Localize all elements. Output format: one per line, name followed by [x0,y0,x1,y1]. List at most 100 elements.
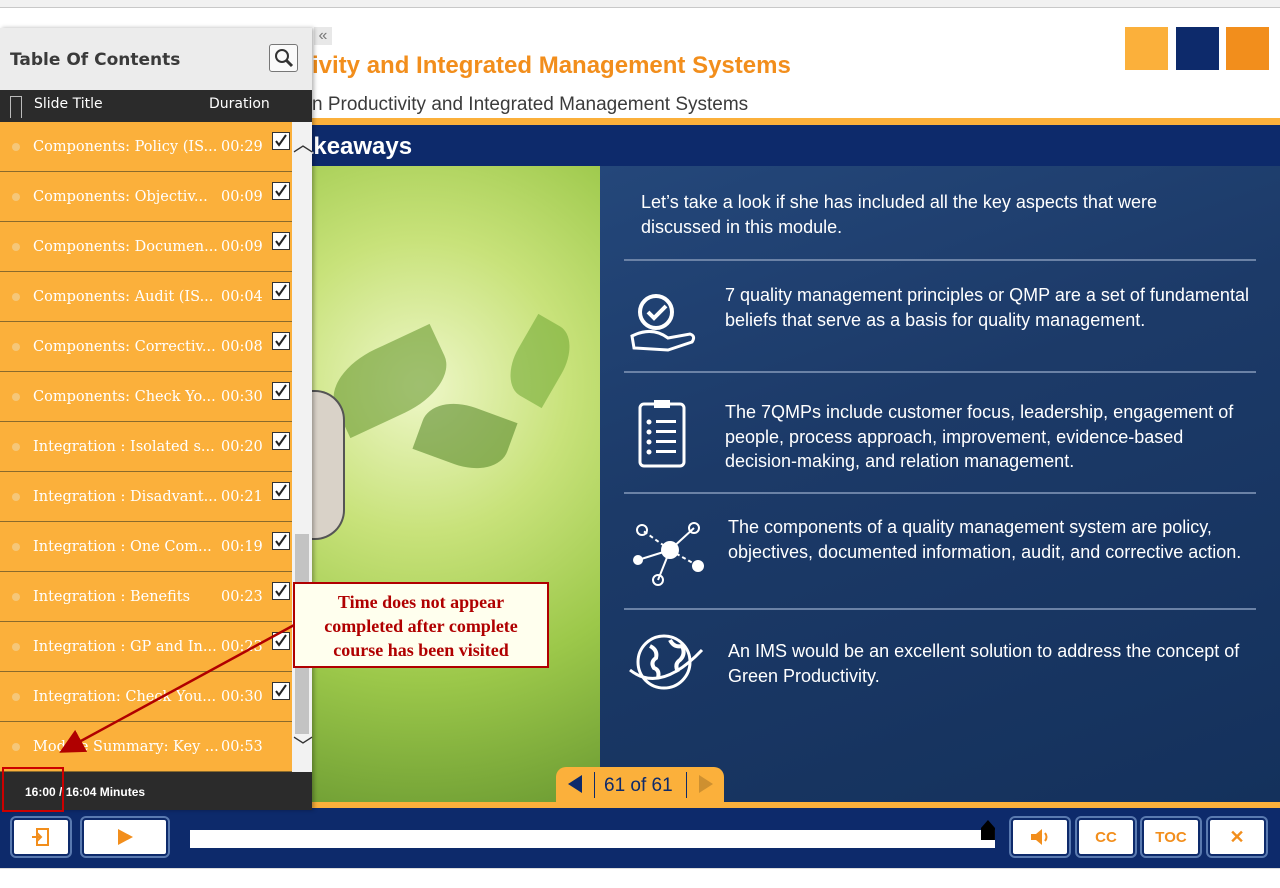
toc-row[interactable]: Integration : Benefits 00:23 [0,572,292,622]
toc-panel: Table Of Contents Slide Title Duration C… [0,28,313,810]
toc-row-duration: 00:29 [221,139,263,155]
takeaways-intro: Let’s take a look if she has included al… [641,192,1157,237]
toc-row[interactable]: Components: Audit (IS... 00:04 [0,272,292,322]
clipboard-checklist-icon [638,400,686,468]
toc-row[interactable]: Integration: Check You... 00:30 [0,672,292,722]
cc-button[interactable]: CC [1077,818,1135,856]
toc-row-checkbox[interactable] [272,532,290,550]
toc-row-duration: 00:09 [221,189,263,205]
window-top-strip [0,0,1280,8]
toc-row[interactable]: Module Summary: Key ... 00:53 [0,722,292,772]
toc-row-checkbox[interactable] [272,582,290,600]
callout-line-1: Time does not appear [337,592,505,612]
section-title: akeaways [300,133,413,160]
toc-row-duration: 00:30 [221,389,263,405]
toc-row-checkbox[interactable] [272,182,290,200]
checkmark-icon [275,484,287,497]
takeaway-text-4: An IMS would be an excellent solution to… [728,641,1240,686]
toc-row-duration: 00:23 [221,589,263,605]
takeaway-text-1: 7 quality management principles or QMP a… [725,285,1249,330]
course-subtitle: n Productivity and Integrated Management… [312,94,749,115]
exit-icon [32,828,49,846]
checkmark-icon [275,334,287,347]
toc-row-checkbox[interactable] [272,132,290,150]
divider [624,371,1256,373]
toc-row-checkbox[interactable] [272,332,290,350]
player-control-bar: CC TOC ✕ [0,808,1280,868]
visited-dot-icon [12,193,20,201]
course-title: ivity and Integrated Management Systems [312,52,791,79]
toc-row[interactable]: Integration : One Com... 00:19 [0,522,292,572]
divider [624,259,1256,261]
volume-icon [1031,829,1048,845]
exit-button[interactable] [12,818,70,856]
toc-search-button[interactable] [269,44,298,72]
toc-row-title: Module Summary: Key ... [33,739,219,755]
toc-row[interactable]: Integration : Disadvant... 00:21 [0,472,292,522]
network-nodes-icon [633,522,704,586]
toc-row-duration: 00:09 [221,239,263,255]
visited-dot-icon [12,343,20,351]
progress-track[interactable] [190,830,995,848]
checkmark-icon [275,284,287,297]
toc-row[interactable]: Integration : Isolated s... 00:20 [0,422,292,472]
scroll-up-icon[interactable]: ︿ [293,134,313,156]
checkmark-icon [275,384,287,397]
play-button[interactable] [82,818,168,856]
collapse-toc-icon[interactable]: « [314,27,332,45]
toc-row-title: Components: Audit (IS... [33,289,214,305]
toc-row[interactable]: Components: Check Yo... 00:30 [0,372,292,422]
leaf-shape [412,392,518,480]
leaf-shape [498,313,582,409]
progress-fill [190,830,991,848]
takeaway-text-3: The components of a quality management s… [728,517,1242,562]
toc-row-checkbox[interactable] [272,482,290,500]
toc-row-checkbox[interactable] [272,682,290,700]
toc-row-duration: 00:08 [221,339,263,355]
annotation-callout: Time does not appear completed after com… [293,582,549,668]
toc-row-title: Components: Objectiv... [33,189,208,205]
bookmark-icon [10,96,22,118]
takeaway-text-2: The 7QMPs include customer focus, leader… [725,402,1234,471]
toc-row-duration: 00:53 [221,739,263,755]
next-slide-icon[interactable] [699,775,713,793]
checkmark-icon [275,234,287,247]
visited-dot-icon [12,293,20,301]
slide-counter-text: 61 of 61 [604,775,673,796]
toc-row-title: Components: Documen... [33,239,218,255]
volume-button[interactable] [1011,818,1069,856]
toc-row[interactable]: Components: Objectiv... 00:09 [0,172,292,222]
toc-scrollbar[interactable]: ︿ ﹀ [292,122,313,772]
counter-separator [686,772,687,798]
toc-row[interactable]: Components: Documen... 00:09 [0,222,292,272]
toc-list: Components: Policy (IS... 00:29 Components… [0,122,292,772]
toc-row-checkbox[interactable] [272,282,290,300]
toc-row-checkbox[interactable] [272,382,290,400]
toc-row-title: Integration : One Com... [33,539,212,555]
toc-button[interactable]: TOC [1142,818,1200,856]
toc-row-title: Integration : GP and In... [33,639,217,655]
brand-square-orange [1125,27,1168,70]
toc-row[interactable]: Integration : GP and In... 00:23 [0,622,292,672]
globe-icon [629,634,704,690]
toc-row-duration: 00:21 [221,489,263,505]
checkmark-icon [275,534,287,547]
checkmark-icon [275,184,287,197]
progress-handle[interactable] [980,820,995,840]
visited-dot-icon [12,493,20,501]
toc-row-checkbox[interactable] [272,632,290,650]
toc-row[interactable]: Components: Policy (IS... 00:29 [0,122,292,172]
toc-row-title: Integration : Isolated s... [33,439,215,455]
callout-line-2: completed after complete [324,616,518,636]
close-button[interactable]: ✕ [1208,818,1266,856]
column-slide-title: Slide Title [34,96,103,112]
visited-dot-icon [12,693,20,701]
scroll-down-icon[interactable]: ﹀ [293,736,313,758]
prev-slide-icon[interactable] [568,775,582,793]
toc-row[interactable]: Components: Correctiv... 00:08 [0,322,292,372]
toc-row-title: Integration: Check You... [33,689,217,705]
toc-row-checkbox[interactable] [272,232,290,250]
visited-dot-icon [12,143,20,151]
toc-row-checkbox[interactable] [272,432,290,450]
divider [624,492,1256,494]
